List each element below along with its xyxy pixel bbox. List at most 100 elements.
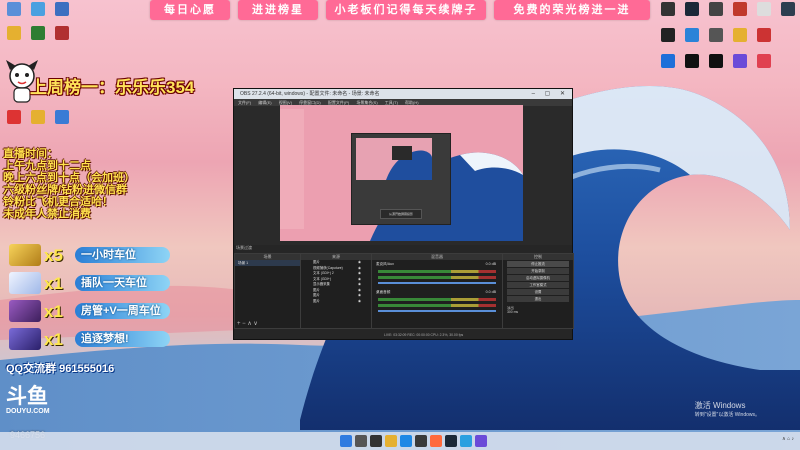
obs-titlebar[interactable]: OBS 27.2.4 (64-bit, windows) - 配置文件: 未命名… xyxy=(234,89,572,99)
menu-file[interactable]: 文件(F) xyxy=(238,100,251,105)
schedule-line: 铃粉比飞机更合适哈！ xyxy=(3,196,113,208)
desktop-icon[interactable] xyxy=(2,26,26,40)
menu-edit[interactable]: 编辑(E) xyxy=(258,100,271,105)
schedule-line: 六级粉丝牌/钻粉进微信群 xyxy=(3,184,128,196)
studio-mode-button[interactable]: 工作室模式 xyxy=(507,282,569,288)
taskbar-apps[interactable] xyxy=(340,435,487,447)
source-item[interactable]: 图片 ◉ xyxy=(301,299,371,305)
app-icon xyxy=(709,28,723,42)
app-icon xyxy=(733,54,747,68)
desktop-icon[interactable] xyxy=(2,110,26,124)
reward-multiplier: x1 xyxy=(44,330,63,349)
transition-duration[interactable]: 300 ms xyxy=(503,310,573,314)
tiktok-icon xyxy=(709,54,723,68)
desktop-icon[interactable] xyxy=(26,2,50,16)
volume-slider[interactable] xyxy=(378,310,496,312)
desktop-icon[interactable] xyxy=(752,28,776,42)
desktop-icon[interactable] xyxy=(50,110,74,124)
desktop-icon[interactable] xyxy=(728,2,752,16)
douyu-logo-text: 斗鱼 xyxy=(6,385,48,408)
source-label: 文本 (GDI+) 2 xyxy=(313,271,334,275)
sources-panel[interactable]: 来源 图片 ◉ 视频捕获(Caputure) ◉ 文本 (GDI+) 2 ◉ 文本 (… xyxy=(300,253,372,329)
folder-icon xyxy=(7,26,21,40)
obs-docks[interactable]: 场景过渡 场景 场景 1 + − ∧ ∨ 来源 图片 ◉ 视频捕获(Caputur… xyxy=(234,245,574,339)
scenes-panel[interactable]: 场景 场景 1 + − ∧ ∨ xyxy=(234,253,301,329)
audio-mixer-panel[interactable]: 混音器 麦克风/Aux 0.0 dB 桌面音频 0.0 dB xyxy=(371,253,503,329)
taskbar[interactable]: ∧ ⌂ ♪ xyxy=(0,432,800,450)
mixer-track: 麦克风/Aux 0.0 dB xyxy=(372,262,502,267)
volume-slider[interactable] xyxy=(378,282,496,284)
track-name: 桌面音频 xyxy=(376,290,391,294)
desktop-icon[interactable] xyxy=(776,2,800,16)
reward-row: x1 追逐梦想! xyxy=(5,328,170,350)
reward-row: x1 插队一天车位 xyxy=(5,272,170,294)
desktop-icon[interactable] xyxy=(680,28,704,42)
obs-preview-canvas[interactable]: 从源开始屏幕投影 xyxy=(280,105,523,241)
app-icon xyxy=(685,54,699,68)
desktop-icon[interactable] xyxy=(26,26,50,40)
reward-label: 插队一天车位 xyxy=(75,275,170,291)
desktop-icon[interactable] xyxy=(704,2,728,16)
exit-button[interactable]: 退出 xyxy=(507,296,569,302)
desktop-icon[interactable] xyxy=(752,54,776,68)
qq-group-info: QQ交流群 961555016 xyxy=(6,363,115,375)
source-label: 图片 xyxy=(313,293,320,297)
scene-item[interactable]: 场景 1 xyxy=(235,260,300,266)
app-taskbar-icon[interactable] xyxy=(460,435,472,447)
controls-panel[interactable]: 控制 停止推流 开始录制 启动虚拟摄像机 工作室模式 设置 退出 淡出 300 … xyxy=(502,253,574,329)
douyu-taskbar-icon[interactable] xyxy=(430,435,442,447)
desktop-icon[interactable] xyxy=(656,28,680,42)
desktop-icon[interactable] xyxy=(656,54,680,68)
scene-list-controls[interactable]: + − ∧ ∨ xyxy=(237,320,258,327)
start-icon[interactable] xyxy=(340,435,352,447)
search-icon[interactable] xyxy=(355,435,367,447)
folder-icon xyxy=(31,110,45,124)
settings-button[interactable]: 设置 xyxy=(507,289,569,295)
reward-label: 一小时车位 xyxy=(75,247,170,263)
gift-thumbnail xyxy=(9,272,41,294)
schedule-line: 上午九点到十二点 xyxy=(3,160,91,172)
desktop-icon[interactable] xyxy=(26,110,50,124)
obs-taskbar-icon[interactable] xyxy=(415,435,427,447)
steam-taskbar-icon[interactable] xyxy=(445,435,457,447)
start-recording-button[interactable]: 开始录制 xyxy=(507,268,569,274)
reward-multiplier: x1 xyxy=(44,274,63,293)
nested-wallpaper xyxy=(356,138,432,180)
desktop-icon[interactable] xyxy=(704,54,728,68)
desktop-icon[interactable] xyxy=(680,2,704,16)
desktop-icon[interactable] xyxy=(728,28,752,42)
desktop-icon[interactable] xyxy=(728,54,752,68)
schedule-line: 晚上六点到十点（会加班） xyxy=(3,172,135,184)
desktop-icon[interactable] xyxy=(752,2,776,16)
mixer-panel-title: 混音器 xyxy=(372,254,502,260)
banner-daily-wish: 每日心愿 xyxy=(150,0,230,20)
desktop-icon[interactable] xyxy=(2,2,26,16)
app-taskbar-icon[interactable] xyxy=(475,435,487,447)
stop-streaming-button[interactable]: 停止推流 xyxy=(507,261,569,267)
app-icon xyxy=(733,2,747,16)
track-name: 麦克风/Aux xyxy=(376,262,394,266)
task-view-icon[interactable] xyxy=(370,435,382,447)
source-label: 视频捕获(Caputure) xyxy=(313,265,343,270)
window-controls[interactable]: – ▢ ✕ xyxy=(532,89,569,99)
banner-free-glory: 免费的荣光榜进一进 xyxy=(494,0,650,20)
source-label: 文本 (GDI+) xyxy=(313,276,331,281)
desktop-icon[interactable] xyxy=(704,28,728,42)
browser-icon[interactable] xyxy=(400,435,412,447)
desktop-icon[interactable] xyxy=(50,2,74,16)
schedule-line: 未成年人禁止消费 xyxy=(3,208,91,220)
system-tray[interactable]: ∧ ⌂ ♪ xyxy=(782,436,794,442)
volume-meter xyxy=(378,270,496,273)
reward-multiplier: x5 xyxy=(44,246,63,265)
app-icon xyxy=(757,54,771,68)
eye-icon[interactable]: ◉ xyxy=(358,299,361,305)
volume-meter xyxy=(378,304,496,307)
reward-label: 房管+V一周车位 xyxy=(75,303,170,319)
desktop-icon[interactable] xyxy=(656,2,680,16)
activate-title: 激活 Windows xyxy=(694,401,746,410)
desktop-icon[interactable] xyxy=(680,54,704,68)
file-explorer-icon[interactable] xyxy=(385,435,397,447)
virtual-camera-button[interactable]: 启动虚拟摄像机 xyxy=(507,275,569,281)
obs-window[interactable]: OBS 27.2.4 (64-bit, windows) - 配置文件: 未命名… xyxy=(233,88,574,340)
desktop-icon[interactable] xyxy=(50,26,74,40)
